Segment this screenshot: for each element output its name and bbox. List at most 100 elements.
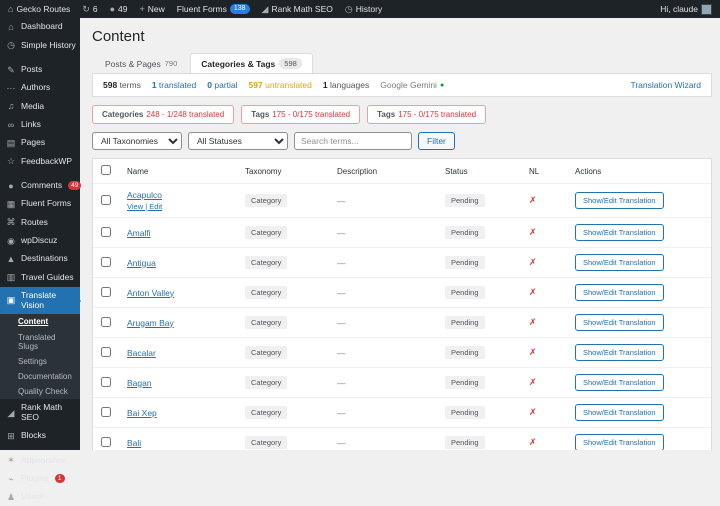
- term-name-link[interactable]: Bagan: [127, 378, 152, 388]
- col-description: Description: [337, 167, 445, 176]
- translate-vision-icon: ▣: [6, 295, 16, 305]
- stat-item[interactable]: 598 terms: [103, 80, 141, 90]
- description-cell: —: [337, 348, 445, 358]
- sidebar-item[interactable]: ▦ Fluent Forms: [0, 195, 80, 213]
- status-badge: Pending: [445, 376, 485, 389]
- rank-math-menu[interactable]: ◢ Rank Math SEO: [262, 4, 333, 14]
- sidebar-item-label: Fluent Forms: [21, 199, 71, 209]
- row-checkbox[interactable]: [101, 407, 111, 417]
- status-select[interactable]: All Statuses: [188, 132, 288, 150]
- sidebar-item[interactable]: ◷ Simple History: [0, 36, 80, 54]
- term-name-link[interactable]: Bali: [127, 438, 141, 448]
- sidebar-item[interactable]: Settings: [0, 354, 80, 369]
- status-badge: Pending: [445, 406, 485, 419]
- sidebar-item[interactable]: ▤ Pages: [0, 134, 80, 152]
- show-edit-translation-button[interactable]: Show/Edit Translation: [575, 284, 664, 301]
- chart-icon: ◢: [262, 5, 269, 14]
- term-name-link[interactable]: Amalfi: [127, 228, 151, 238]
- appearance-icon: ✶: [6, 455, 16, 465]
- row-checkbox[interactable]: [101, 317, 111, 327]
- sidebar-item-label: Travel Guides: [21, 273, 74, 283]
- sidebar-item[interactable]: Documentation: [0, 369, 80, 384]
- tab-count: 790: [165, 59, 178, 68]
- term-name-link[interactable]: Antigua: [127, 258, 156, 268]
- sidebar-item-label: Dashboard: [21, 22, 63, 32]
- term-name-link[interactable]: Arugam Bay: [127, 318, 174, 328]
- term-name-link[interactable]: Bacalar: [127, 348, 156, 358]
- fluent-forms-menu[interactable]: Fluent Forms 138: [177, 4, 250, 14]
- stat-item[interactable]: 597 untranslated: [249, 80, 312, 90]
- nl-untranslated-mark: ✗: [529, 377, 575, 388]
- sidebar-item[interactable]: ◢ Rank Math SEO: [0, 399, 80, 427]
- table-body: Acapulco View | Edit Category — Pending …: [93, 183, 711, 450]
- stat-item[interactable]: 1 translated: [152, 80, 196, 90]
- comments-menu[interactable]: ● 49: [110, 4, 128, 14]
- show-edit-translation-button[interactable]: Show/Edit Translation: [575, 314, 664, 331]
- sidebar-item[interactable]: ♫ Media: [0, 97, 80, 115]
- row-checkbox[interactable]: [101, 287, 111, 297]
- sidebar-item[interactable]: ⊞ Blocks: [0, 427, 80, 445]
- row-checkbox[interactable]: [101, 377, 111, 387]
- sidebar-item[interactable]: ☆ FeedbackWP: [0, 152, 80, 170]
- taxonomy-filter-button[interactable]: Tags 175 - 0/175 translated: [367, 105, 486, 124]
- term-name-link[interactable]: Anton Valley: [127, 288, 174, 298]
- stat-item[interactable]: 1 languages: [323, 80, 369, 90]
- sidebar-item[interactable]: ✶ Appearance: [0, 451, 80, 469]
- tab[interactable]: Categories & Tags 598: [190, 53, 313, 73]
- sidebar-item[interactable]: ✎ Posts: [0, 61, 80, 79]
- sidebar-item-label: Authors: [21, 83, 50, 93]
- row-checkbox[interactable]: [101, 437, 111, 447]
- search-input[interactable]: [294, 132, 412, 150]
- sidebar-item[interactable]: ⌘ Routes: [0, 213, 80, 231]
- site-menu[interactable]: ⌂ Gecko Routes: [8, 4, 70, 14]
- sidebar-item[interactable]: ▲ Destinations: [0, 250, 80, 268]
- row-checkbox[interactable]: [101, 227, 111, 237]
- show-edit-translation-button[interactable]: Show/Edit Translation: [575, 254, 664, 271]
- updates-menu[interactable]: ↻ 6: [82, 4, 97, 14]
- sidebar-item[interactable]: ⌁ Plugins 1: [0, 470, 80, 488]
- table-row: Bali Category — Pending ✗ Show/Edit Tran…: [93, 427, 711, 450]
- row-checkbox[interactable]: [101, 257, 111, 267]
- taxonomy-filter-button[interactable]: Categories 248 - 1/248 translated: [92, 105, 234, 124]
- col-taxonomy: Taxonomy: [245, 167, 337, 176]
- term-name-link[interactable]: Acapulco: [127, 190, 162, 200]
- users-icon: ♟: [6, 492, 16, 502]
- sidebar-item[interactable]: ∞ Links: [0, 116, 80, 134]
- row-checkbox[interactable]: [101, 195, 111, 205]
- show-edit-translation-button[interactable]: Show/Edit Translation: [575, 344, 664, 361]
- sidebar-item[interactable]: ♟ Users: [0, 488, 80, 506]
- sidebar-item[interactable]: Quality Check: [0, 384, 80, 399]
- account-menu[interactable]: Hi, claude: [660, 4, 712, 15]
- description-cell: —: [337, 258, 445, 268]
- row-actions-links[interactable]: View | Edit: [127, 202, 245, 211]
- tab[interactable]: Posts & Pages 790: [94, 53, 188, 73]
- sidebar-item[interactable]: Translated Slugs: [0, 330, 80, 354]
- sidebar-item[interactable]: Content: [0, 314, 80, 329]
- taxonomy-badge: Category: [245, 406, 287, 419]
- sidebar-item[interactable]: ▥ Travel Guides: [0, 268, 80, 286]
- sidebar-item[interactable]: ⌂ Dashboard: [0, 18, 80, 36]
- show-edit-translation-button[interactable]: Show/Edit Translation: [575, 434, 664, 450]
- taxonomy-select[interactable]: All Taxonomies: [92, 132, 182, 150]
- sidebar-item[interactable]: ⋯ Authors: [0, 79, 80, 97]
- taxonomy-badge: Category: [245, 286, 287, 299]
- sidebar-item[interactable]: ◉ wpDiscuz: [0, 232, 80, 250]
- taxonomy-filter-button[interactable]: Tags 175 - 0/175 translated: [241, 105, 360, 124]
- sidebar-item[interactable]: ● Comments 49: [0, 177, 80, 195]
- show-edit-translation-button[interactable]: Show/Edit Translation: [575, 192, 664, 209]
- row-checkbox[interactable]: [101, 347, 111, 357]
- history-menu[interactable]: ◷ History: [345, 4, 382, 14]
- term-name-link[interactable]: Bai Xep: [127, 408, 157, 418]
- sidebar-item[interactable]: ▣ Translate Vision: [0, 287, 80, 315]
- stat-item[interactable]: 0 partial: [207, 80, 237, 90]
- show-edit-translation-button[interactable]: Show/Edit Translation: [575, 224, 664, 241]
- new-menu[interactable]: + New: [140, 4, 165, 14]
- engine-status-dot: ●: [440, 82, 444, 89]
- select-all-checkbox[interactable]: [101, 165, 111, 175]
- show-edit-translation-button[interactable]: Show/Edit Translation: [575, 374, 664, 391]
- show-edit-translation-button[interactable]: Show/Edit Translation: [575, 404, 664, 421]
- sidebar-item-badge: 1: [55, 474, 65, 483]
- table-row: Bai Xep Category — Pending ✗ Show/Edit T…: [93, 397, 711, 427]
- translation-wizard-link[interactable]: Translation Wizard: [630, 80, 701, 90]
- filter-button[interactable]: Filter: [418, 132, 455, 150]
